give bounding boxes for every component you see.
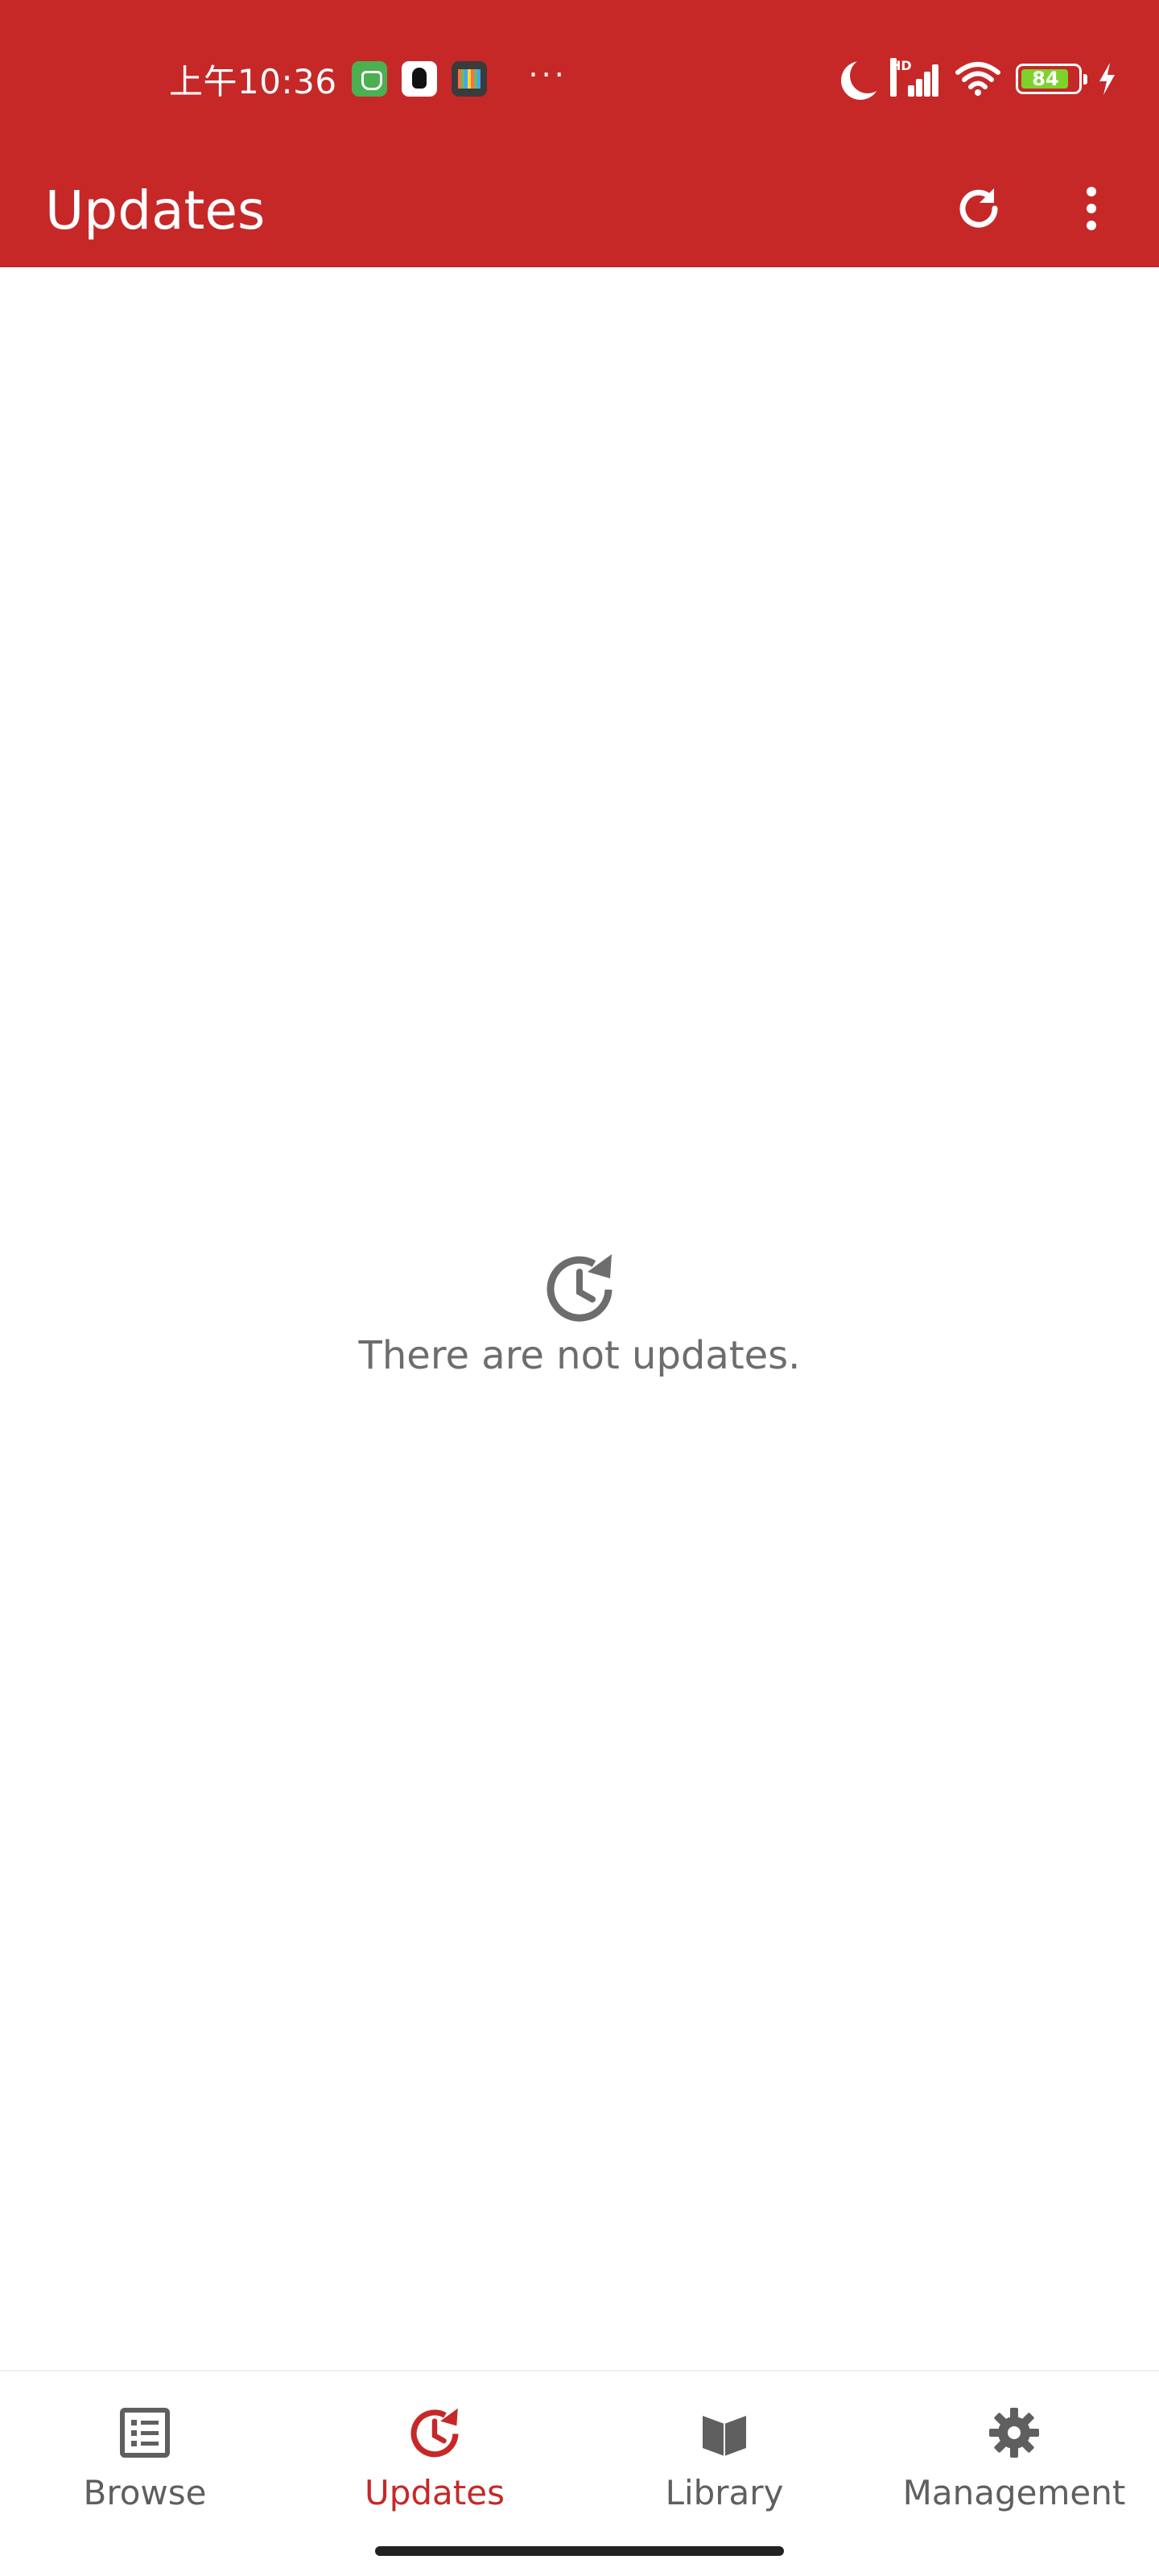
- reader-icon: [451, 61, 487, 97]
- moon-icon: [850, 58, 885, 93]
- nav-item-browse[interactable]: Browse: [0, 2372, 290, 2576]
- wechat-like-icon: [351, 61, 387, 97]
- empty-state: There are not updates.: [0, 1248, 1159, 1378]
- overflow-dots: ···: [528, 57, 567, 93]
- nav-label-management: Management: [902, 2473, 1126, 2512]
- nav-label-library: Library: [665, 2473, 784, 2512]
- status-bar: 上午10:36 ··· HD 84: [0, 0, 1159, 153]
- updates-icon: [404, 2402, 465, 2463]
- bottom-nav: Browse Updates Library Management: [0, 2370, 1159, 2576]
- settings-gear-icon: [984, 2402, 1045, 2463]
- status-right: HD 84: [840, 56, 1117, 101]
- nav-label-updates: Updates: [365, 2473, 505, 2512]
- gesture-bar[interactable]: [375, 2546, 784, 2556]
- more-vert-icon: [1083, 182, 1099, 238]
- empty-message: There are not updates.: [358, 1333, 801, 1378]
- qq-icon: [401, 61, 437, 97]
- library-icon: [694, 2402, 755, 2463]
- more-options-button[interactable]: [1046, 165, 1136, 255]
- updates-screen: 上午10:36 ··· HD 84 Updates There are not …: [0, 0, 1159, 2576]
- signal-icon: HD: [890, 58, 940, 97]
- page-title: Updates: [45, 179, 266, 242]
- charging-icon: [1096, 61, 1117, 97]
- nav-item-library[interactable]: Library: [580, 2372, 869, 2576]
- nav-label-browse: Browse: [83, 2473, 207, 2512]
- network-badge: HD: [890, 58, 912, 97]
- browse-list-icon: [114, 2402, 175, 2463]
- status-left: 上午10:36 ···: [169, 57, 567, 101]
- battery-level: 84: [1032, 68, 1059, 90]
- refresh-button[interactable]: [934, 165, 1024, 255]
- wifi-icon: [955, 61, 1001, 97]
- nav-item-management[interactable]: Management: [869, 2372, 1159, 2576]
- nav-item-updates[interactable]: Updates: [290, 2372, 580, 2576]
- update-history-icon: [539, 1248, 620, 1328]
- battery-icon: 84: [1016, 64, 1087, 94]
- refresh-icon: [952, 182, 1005, 238]
- status-time: 上午10:36: [169, 61, 337, 101]
- app-bar: Updates: [0, 153, 1159, 267]
